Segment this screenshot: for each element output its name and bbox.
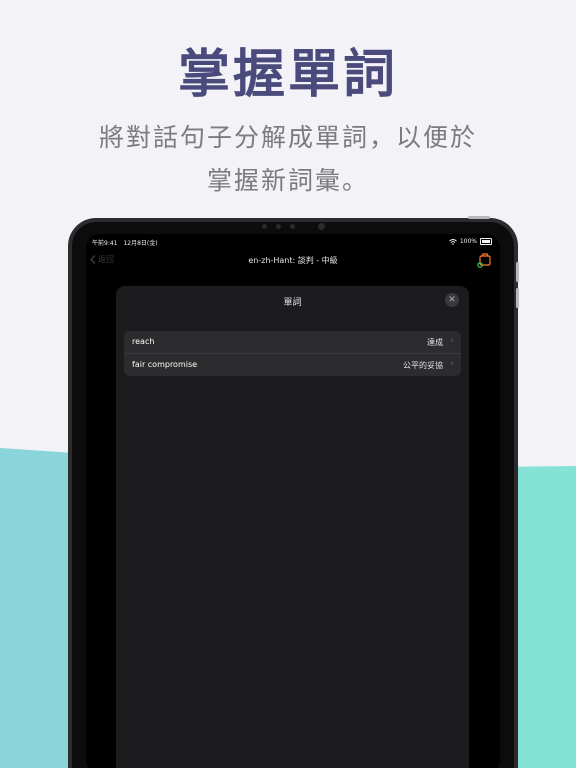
battery-level — [482, 240, 490, 243]
vocabulary-sheet: 單詞 ✕ reach 達成 › fair compromise 公平的妥協 › — [116, 286, 469, 768]
battery-percent: 100% — [459, 238, 477, 245]
lesson-icon[interactable] — [476, 252, 492, 268]
headline: 掌握單詞 — [177, 45, 398, 105]
chevron-right-icon: › — [450, 336, 454, 346]
vocab-word: fair compromise — [132, 360, 198, 369]
camera-icon — [318, 223, 325, 230]
volume-down-button — [516, 288, 519, 308]
nav-title: en-zh-Hant: 談判 - 中級 — [248, 256, 338, 265]
close-icon[interactable]: ✕ — [445, 293, 459, 307]
vocab-translation: 公平的妥協 — [403, 361, 443, 370]
status-bar: 午前9:41 12月8日(金) 100% — [86, 234, 500, 248]
subheadline-line-2: 掌握新詞彙。 — [206, 166, 369, 195]
sheet-title: 單詞 — [283, 298, 302, 308]
status-indicators: 100% — [449, 238, 492, 245]
vocab-word: reach — [132, 337, 155, 346]
sensor-dot — [290, 224, 295, 229]
top-button — [468, 216, 490, 219]
vocab-translation: 達成 — [427, 338, 443, 347]
status-time: 午前9:41 12月8日(金) — [92, 240, 158, 247]
list-item[interactable]: reach 達成 › — [124, 331, 461, 353]
sensor-dot — [262, 224, 267, 229]
navigation-bar: 返回 en-zh-Hant: 談判 - 中級 — [86, 250, 500, 270]
battery-icon — [480, 238, 492, 245]
subheadline-line-1: 將對話句子分解成單詞，以便於 — [98, 123, 477, 152]
chevron-right-icon: › — [450, 359, 454, 369]
sensor-dot — [276, 224, 281, 229]
list-item[interactable]: fair compromise 公平的妥協 › — [124, 353, 461, 376]
app-store-screenshot: 掌握單詞 將對話句子分解成單詞，以便於 掌握新詞彙。 午前9:41 12月8日(… — [0, 0, 576, 768]
tablet-screen: 午前9:41 12月8日(金) 100% 返回 en-zh-Hant: 談判 -… — [86, 234, 500, 768]
vocabulary-list: reach 達成 › fair compromise 公平的妥協 › — [124, 331, 461, 376]
wifi-icon — [449, 238, 457, 245]
volume-up-button — [516, 262, 519, 282]
